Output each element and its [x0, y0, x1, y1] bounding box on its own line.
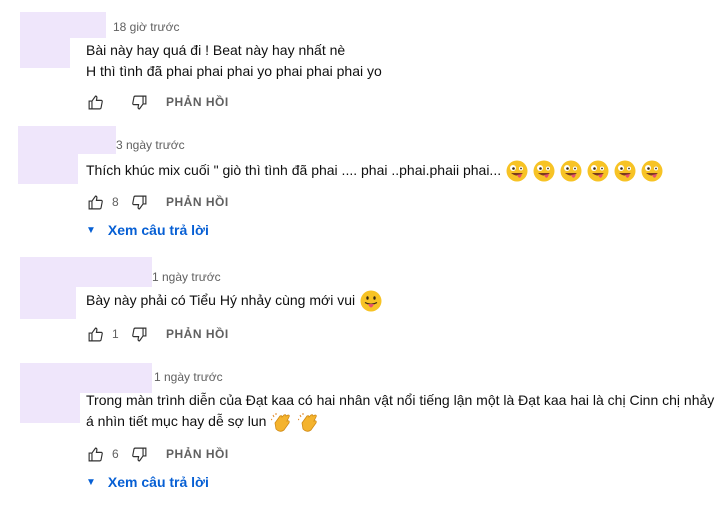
tongue-face-emoji: [360, 290, 382, 312]
comment-text: á nhìn tiết mục hay dễ sợ lun: [86, 413, 267, 429]
reply-button[interactable]: PHẢN HỒI: [166, 447, 229, 461]
like-count: 8: [112, 195, 119, 209]
comment-text-line: Bày này phải có Tiểu Hý nhảy cùng mới vu…: [86, 290, 382, 312]
thumb-down-icon[interactable]: [130, 445, 148, 463]
view-replies-button[interactable]: ▼ Xem câu trả lời: [86, 222, 209, 238]
avatar[interactable]: [20, 38, 70, 68]
reply-button[interactable]: PHẢN HỒI: [166, 95, 229, 109]
comment-actions: 1 PHẢN HỒI: [86, 324, 229, 344]
avatar[interactable]: [20, 287, 76, 319]
comment-actions: 6 PHẢN HỒI: [86, 444, 229, 464]
comment-timestamp[interactable]: 1 ngày trước: [152, 270, 221, 284]
comment-text: Thích khúc mix cuối " giò thì tình đã ph…: [86, 162, 502, 178]
avatar[interactable]: [20, 393, 80, 423]
thumb-up-icon[interactable]: [86, 325, 104, 343]
avatar[interactable]: [18, 154, 78, 184]
zany-face-emoji: [506, 160, 528, 182]
clapping-hands-emoji: [298, 411, 320, 433]
thumb-down-icon[interactable]: [130, 325, 148, 343]
thumb-up-icon[interactable]: [86, 93, 104, 111]
comment-timestamp[interactable]: 18 giờ trước: [113, 20, 179, 34]
avatar[interactable]: [20, 12, 106, 38]
view-replies-button[interactable]: ▼ Xem câu trả lời: [86, 474, 209, 490]
view-replies-label: Xem câu trả lời: [107, 474, 209, 490]
like-count: 1: [112, 327, 119, 341]
comment-text-line: Bài này hay quá đi ! Beat này hay nhất n…: [86, 42, 346, 58]
comment-timestamp[interactable]: 3 ngày trước: [116, 138, 185, 152]
comment-actions: PHẢN HỒI: [86, 92, 229, 112]
avatar[interactable]: [18, 126, 116, 154]
thumb-up-icon[interactable]: [86, 193, 104, 211]
reply-button[interactable]: PHẢN HỒI: [166, 327, 229, 341]
reply-button[interactable]: PHẢN HỒI: [166, 195, 229, 209]
comment-text-line: á nhìn tiết mục hay dễ sợ lun: [86, 411, 320, 433]
zany-face-emoji: [533, 160, 555, 182]
comment-actions: 8 PHẢN HỒI: [86, 192, 229, 212]
comment-text: Bày này phải có Tiểu Hý nhảy cùng mới vu…: [86, 292, 356, 308]
avatar[interactable]: [20, 257, 152, 287]
comment-text-line: Trong màn trình diễn của Đạt kaa có hai …: [86, 392, 715, 408]
comment-timestamp[interactable]: 1 ngày trước: [154, 370, 223, 384]
zany-face-emoji: [587, 160, 609, 182]
view-replies-label: Xem câu trả lời: [107, 222, 209, 238]
avatar[interactable]: [20, 363, 152, 393]
thumb-down-icon[interactable]: [130, 93, 148, 111]
zany-face-emoji: [614, 160, 636, 182]
thumb-down-icon[interactable]: [130, 193, 148, 211]
clapping-hands-emoji: [271, 411, 293, 433]
zany-face-emoji: [560, 160, 582, 182]
caret-down-icon: ▼: [86, 476, 96, 488]
comment-text-line: Thích khúc mix cuối " giò thì tình đã ph…: [86, 160, 663, 182]
zany-face-emoji: [641, 160, 663, 182]
comment-text-line: H thì tình đã phai phai phai yo phai pha…: [86, 63, 382, 79]
like-count: 6: [112, 447, 119, 461]
caret-down-icon: ▼: [86, 224, 96, 236]
thumb-up-icon[interactable]: [86, 445, 104, 463]
